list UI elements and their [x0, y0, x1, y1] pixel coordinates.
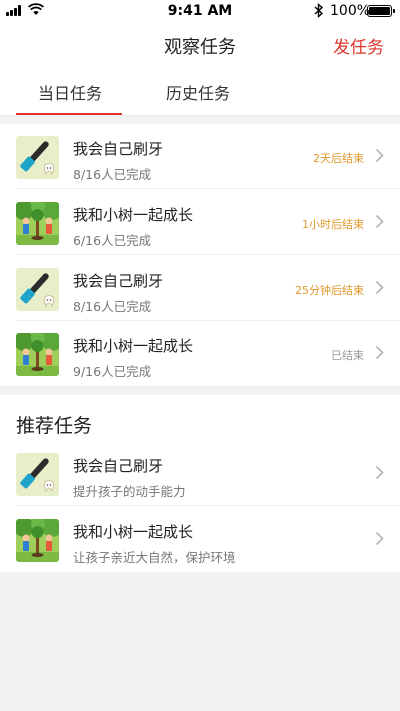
today-task-list: 我会自己刷牙 8/16人已完成 2天后结束 我和小树一起成长 6/16人已完成 …: [0, 124, 400, 386]
task-title: 我会自己刷牙: [73, 272, 164, 290]
recommended-task-list: 推荐任务 我会自己刷牙 提升孩子的动手能力 我和小树一起成长 让孩子亲近大自然，…: [0, 395, 400, 572]
task-description: 让孩子亲近大自然，保护环境: [73, 550, 236, 565]
chevron-right-icon: [375, 465, 384, 480]
list-item[interactable]: 我和小树一起成长 让孩子亲近大自然，保护环境: [0, 507, 400, 572]
task-deadline: 1小时后结束: [302, 218, 364, 231]
list-item[interactable]: 我会自己刷牙 8/16人已完成 25分钟后结束: [0, 256, 400, 321]
toothbrush-icon: [16, 453, 59, 496]
list-item[interactable]: 我会自己刷牙 8/16人已完成 2天后结束: [0, 124, 400, 189]
task-deadline: 2天后结束: [313, 152, 364, 165]
chevron-right-icon: [375, 345, 384, 360]
tab-bar: 当日任务 历史任务: [0, 66, 400, 116]
task-title: 我和小树一起成长: [73, 337, 194, 355]
status-bar: 9:41 AM 100%: [0, 0, 400, 22]
chevron-right-icon: [375, 214, 384, 229]
tab-today[interactable]: 当日任务: [38, 80, 102, 104]
tab-active-indicator: [16, 113, 122, 115]
toothbrush-icon: [16, 136, 59, 179]
chevron-right-icon: [375, 148, 384, 163]
task-progress: 9/16人已完成: [73, 364, 152, 379]
task-title: 我会自己刷牙: [73, 140, 164, 158]
chevron-right-icon: [375, 531, 384, 546]
section-heading: 推荐任务: [16, 415, 93, 437]
task-progress: 8/16人已完成: [73, 299, 152, 314]
bluetooth-icon: [314, 3, 324, 18]
kids-tree-icon: [16, 333, 59, 376]
nav-bar: 观察任务 发任务: [0, 22, 400, 66]
battery-icon: [367, 5, 395, 17]
toothbrush-icon: [16, 268, 59, 311]
task-progress: 8/16人已完成: [73, 167, 152, 182]
task-progress: 6/16人已完成: [73, 233, 152, 248]
publish-task-button[interactable]: 发任务: [333, 33, 384, 58]
task-deadline: 25分钟后结束: [295, 284, 364, 297]
list-item[interactable]: 我和小树一起成长 9/16人已完成 已结束: [0, 321, 400, 386]
task-title: 我和小树一起成长: [73, 523, 194, 541]
chevron-right-icon: [375, 280, 384, 295]
task-title: 我和小树一起成长: [73, 206, 194, 224]
kids-tree-icon: [16, 519, 59, 562]
kids-tree-icon: [16, 202, 59, 245]
tab-history[interactable]: 历史任务: [166, 80, 230, 104]
task-deadline: 已结束: [331, 349, 364, 362]
battery-percent: 100%: [330, 3, 371, 19]
task-title: 我会自己刷牙: [73, 457, 164, 475]
list-item[interactable]: 我和小树一起成长 6/16人已完成 1小时后结束: [0, 190, 400, 255]
list-item[interactable]: 我会自己刷牙 提升孩子的动手能力: [0, 441, 400, 506]
task-description: 提升孩子的动手能力: [73, 484, 186, 499]
